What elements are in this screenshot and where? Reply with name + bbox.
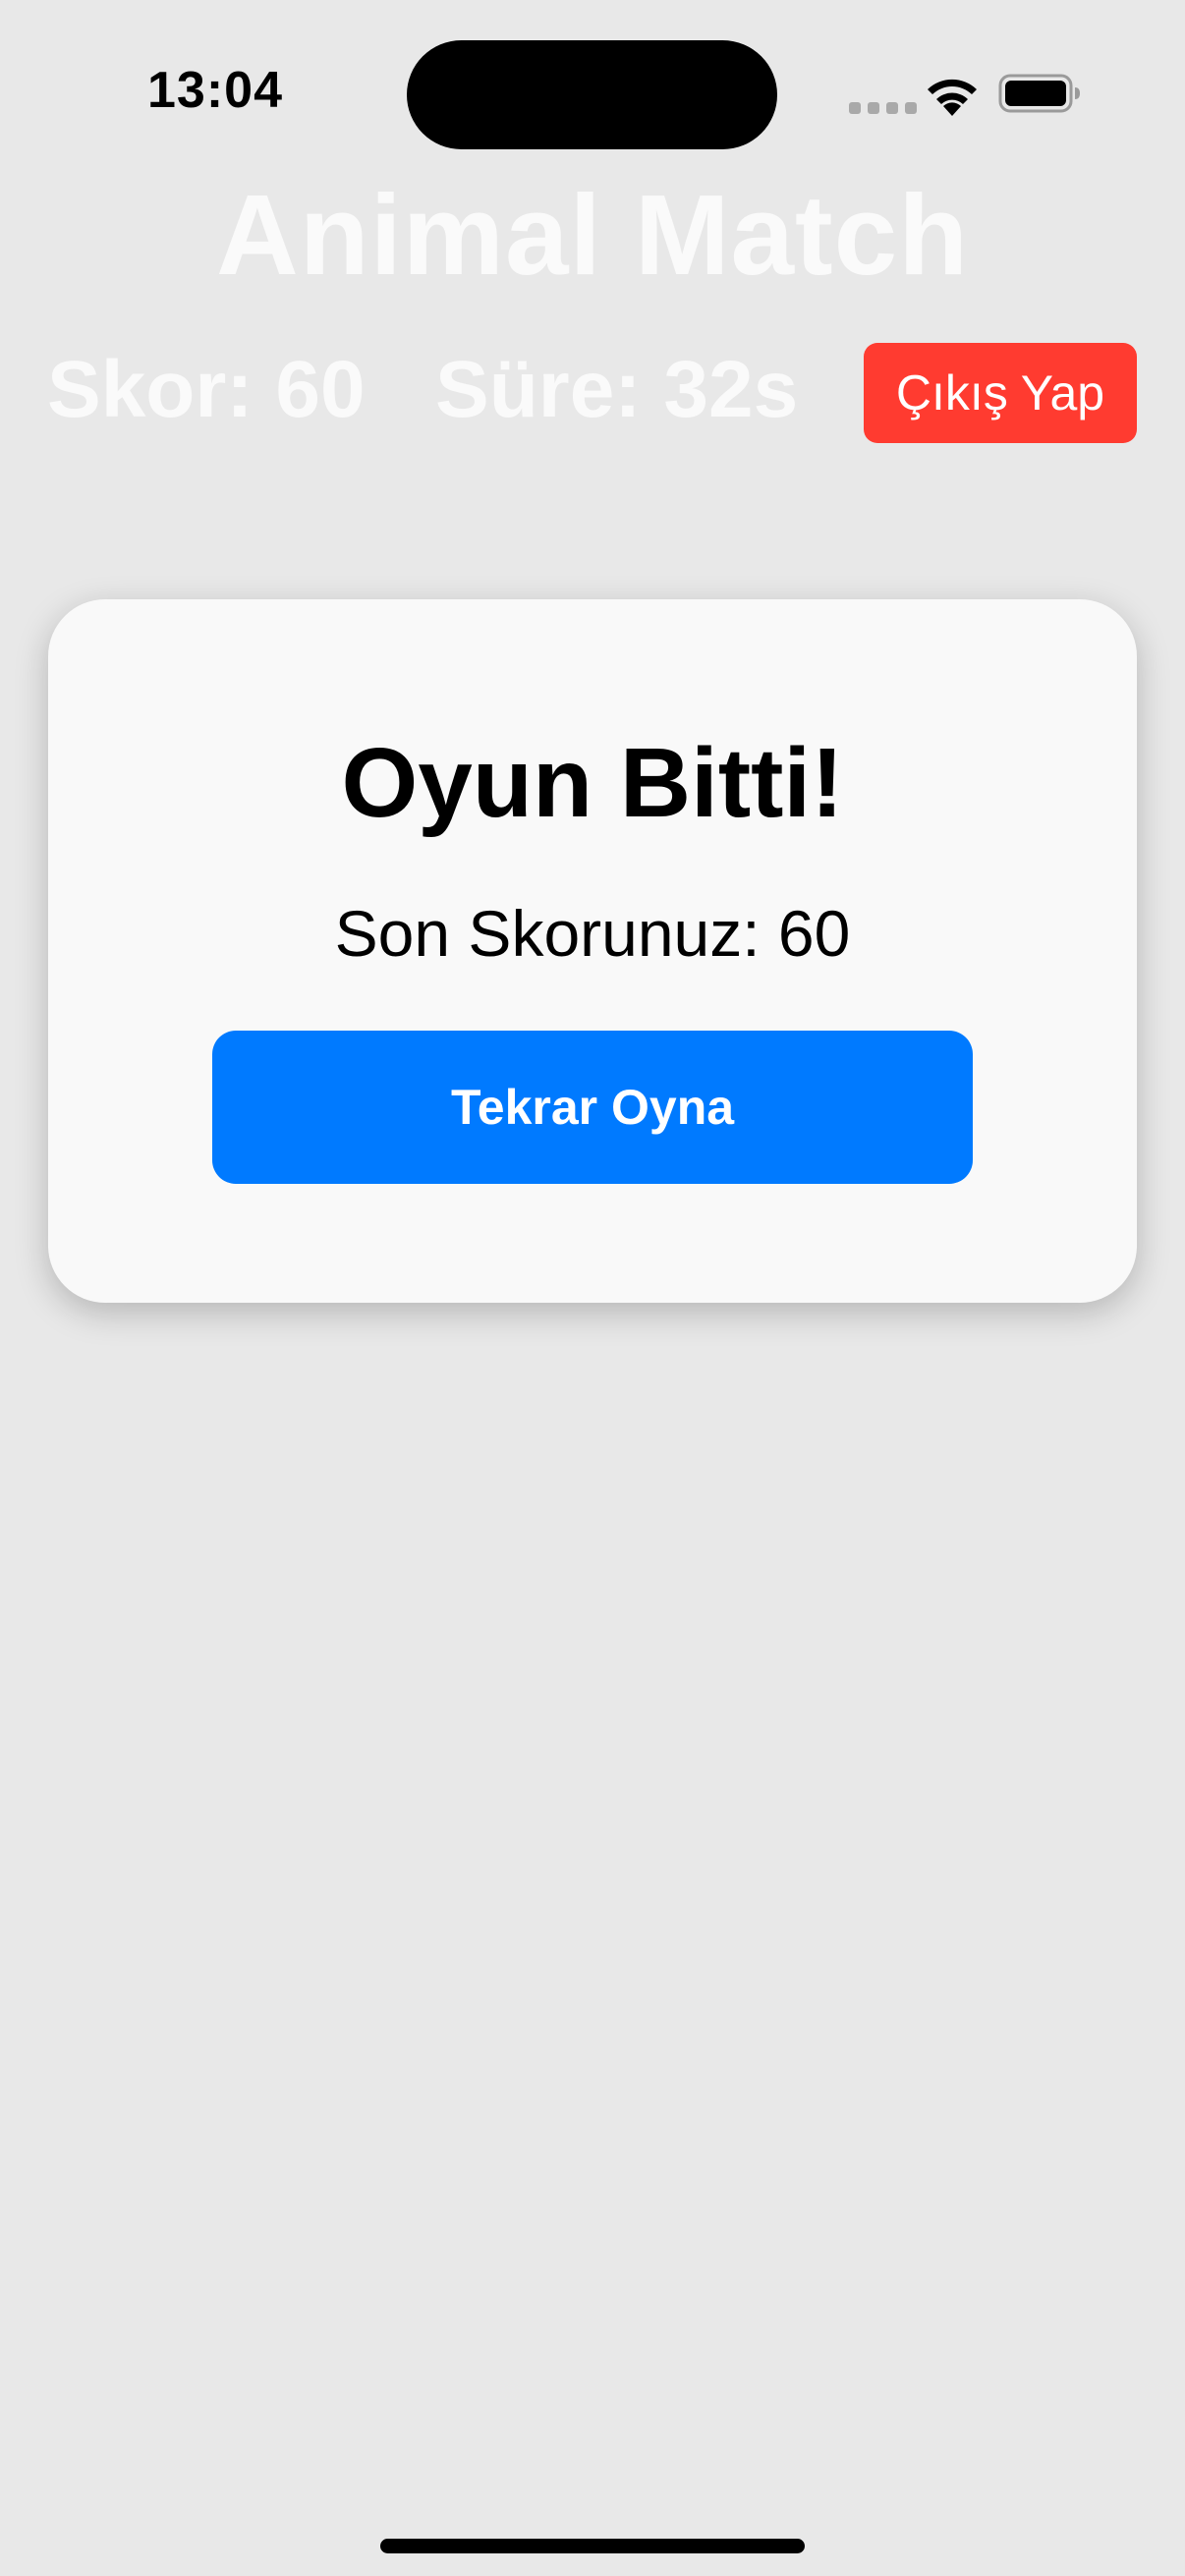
exit-button[interactable]: Çıkış Yap	[864, 343, 1137, 443]
status-bar-time: 13:04	[147, 62, 283, 119]
home-indicator[interactable]	[380, 2539, 805, 2553]
timer-label: Süre: 32s	[435, 345, 799, 434]
game-over-card: Oyun Bitti! Son Skorunuz: 60 Tekrar Oyna	[48, 599, 1137, 1303]
play-again-button[interactable]: Tekrar Oyna	[212, 1031, 973, 1184]
score-label: Skor: 60	[47, 345, 366, 434]
wifi-icon	[928, 79, 977, 116]
cellular-dots-icon	[849, 102, 917, 114]
battery-icon	[998, 74, 1080, 113]
app-title: Animal Match	[215, 171, 970, 299]
final-score-text: Son Skorunuz: 60	[334, 897, 851, 970]
dynamic-island	[407, 40, 777, 149]
game-over-title: Oyun Bitti!	[341, 728, 844, 838]
